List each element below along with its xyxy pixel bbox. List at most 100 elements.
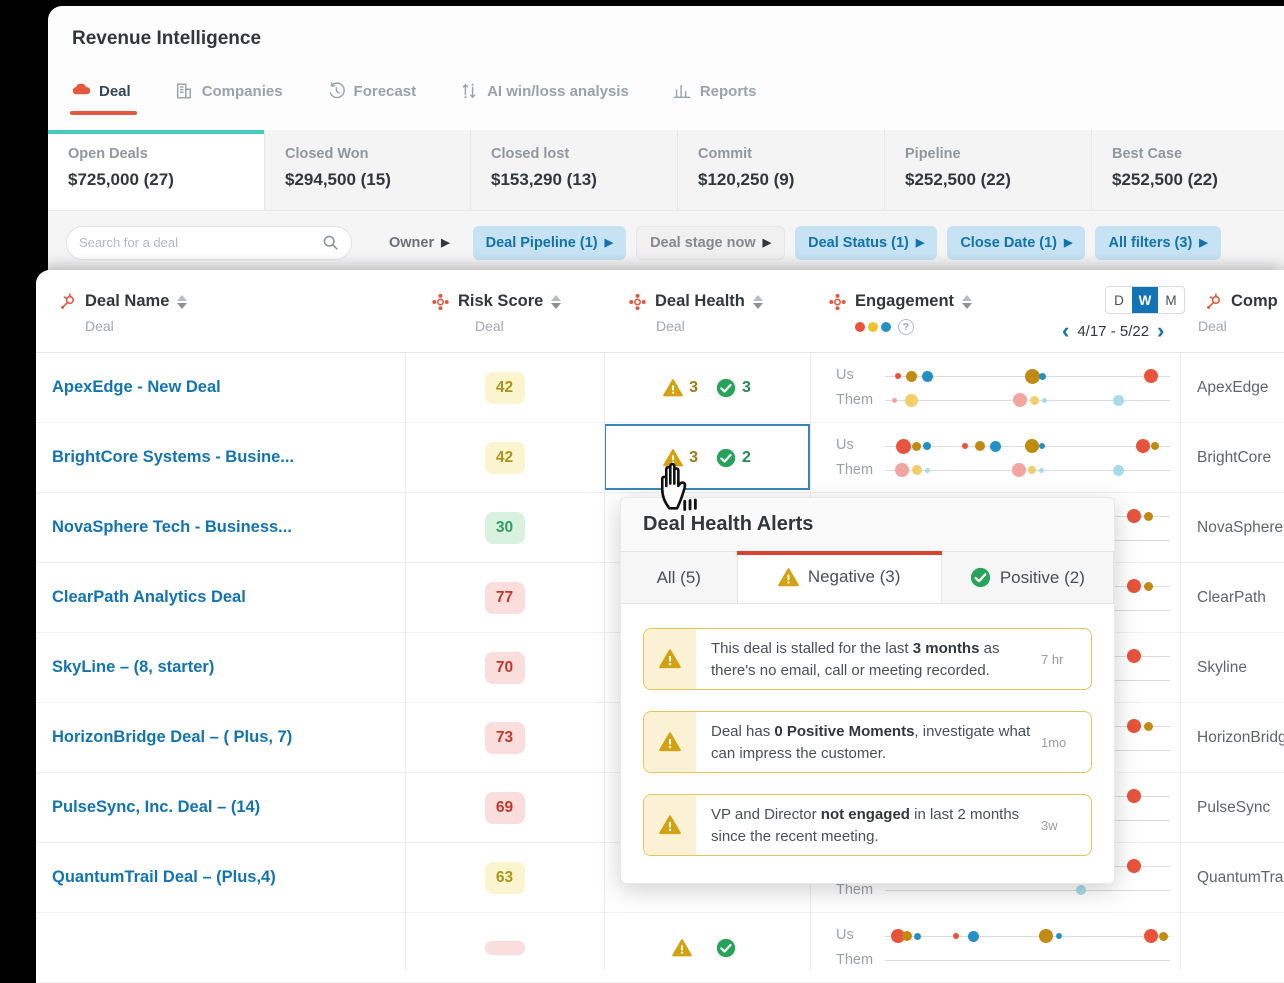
nav-tab-companies[interactable]: Companies: [175, 82, 283, 101]
negative-alerts-count[interactable]: 3: [663, 378, 698, 398]
warning-icon: [644, 795, 696, 855]
caret-right-icon: ▶: [441, 236, 449, 249]
filter-owner[interactable]: Owner▶: [376, 226, 463, 260]
sort-deal-health[interactable]: [753, 295, 763, 309]
summary-card-value: $153,290 (13): [491, 170, 677, 190]
nav-tab-label: AI win/loss analysis: [487, 83, 629, 100]
active-tab-indicator: [737, 551, 942, 555]
filter-deal-status-1-[interactable]: Deal Status (1)▶: [795, 226, 937, 260]
period-toggle[interactable]: DWM: [1105, 286, 1185, 314]
filter-deal-pipeline-1-[interactable]: Deal Pipeline (1) ▶: [473, 226, 626, 260]
deal-health-cell[interactable]: 3 3: [604, 353, 810, 422]
filter-label: Deal stage now: [650, 235, 756, 251]
alert-text: This deal is stalled for the last 3 mont…: [696, 629, 1041, 689]
engagement-dot: [1042, 398, 1047, 403]
engagement-dot: [1030, 396, 1039, 405]
nav-tab-forecast[interactable]: Forecast: [327, 82, 417, 101]
summary-card-closed-lost[interactable]: Closed lost $153,290 (13): [471, 130, 678, 210]
engagement-dot: [975, 441, 985, 451]
summary-card-best-case[interactable]: Best Case $252,500 (22): [1092, 130, 1284, 210]
main-nav: Deal Companies Forecast AI win/loss anal…: [72, 82, 757, 101]
nav-tab-deal[interactable]: Deal: [72, 82, 131, 101]
table-row: ApexEdge - New Deal42 3 3 Us Them ApexEd…: [36, 353, 1284, 423]
alert-card[interactable]: Deal has 0 Positive Moments, investigate…: [643, 711, 1092, 773]
sort-risk-score[interactable]: [551, 295, 561, 309]
deal-name-link[interactable]: NovaSphere Tech - Business...: [52, 493, 292, 562]
engagement-dot: [1039, 373, 1046, 380]
period-option-m[interactable]: M: [1158, 287, 1184, 313]
alert-card[interactable]: This deal is stalled for the last 3 mont…: [643, 628, 1092, 690]
summary-card-value: $294,500 (15): [285, 170, 470, 190]
app-window: Revenue Intelligence Deal Companies Fore…: [48, 6, 1284, 274]
engagement-dot: [968, 931, 979, 942]
filter-bar: Owner▶Deal Pipeline (1)▶Deal stage now▶D…: [48, 210, 1284, 274]
summary-card-value: $725,000 (27): [68, 170, 264, 190]
chevron-left-icon[interactable]: ‹: [1062, 320, 1069, 342]
alert-age: 3w: [1041, 795, 1091, 855]
hubspot-sprocket-icon: [58, 292, 77, 311]
deal-name-link[interactable]: HorizonBridge Deal – ( Plus, 7): [52, 703, 292, 772]
chevron-right-icon[interactable]: ›: [1157, 320, 1164, 342]
nav-tab-label: Forecast: [354, 83, 417, 100]
column-divider: [1180, 270, 1181, 970]
summary-card-closed-won[interactable]: Closed Won $294,500 (15): [265, 130, 471, 210]
breeze-ai-icon: [431, 292, 450, 311]
help-icon[interactable]: ?: [898, 319, 914, 335]
summary-cards: Open Deals $725,000 (27)Closed Won $294,…: [48, 130, 1284, 210]
search-input[interactable]: [79, 235, 322, 250]
popup-title: Deal Health Alerts: [643, 513, 813, 536]
caret-right-icon: ▶: [763, 236, 771, 249]
positive-alerts-count[interactable]: [716, 938, 742, 958]
engagement-dot: [902, 931, 912, 941]
search-box[interactable]: [66, 226, 352, 260]
active-card-indicator: [48, 130, 264, 134]
caret-right-icon: ▶: [605, 236, 613, 249]
engagement-dot: [1025, 369, 1040, 384]
filter-all-filters-3-[interactable]: All filters (3)▶: [1095, 226, 1220, 260]
negative-alerts-count[interactable]: [672, 938, 698, 958]
engagement-dot: [990, 441, 1001, 452]
summary-card-open-deals[interactable]: Open Deals $725,000 (27): [48, 130, 265, 210]
deal-name-link[interactable]: ApexEdge - New Deal: [52, 353, 221, 422]
column-title-risk-score: Risk Score: [458, 292, 543, 311]
alert-card[interactable]: VP and Director not engaged in last 2 mo…: [643, 794, 1092, 856]
deal-name-link[interactable]: ClearPath Analytics Deal: [52, 563, 246, 632]
filter-label: Deal Pipeline (1): [486, 235, 598, 251]
filter-close-date-1-[interactable]: Close Date (1)▶: [947, 226, 1085, 260]
caret-right-icon: ▶: [916, 236, 924, 249]
deal-name-link[interactable]: BrightCore Systems - Busine...: [52, 423, 294, 492]
engagement-dot: [906, 371, 917, 382]
engagement-cell: Us Them: [810, 913, 1180, 982]
deal-health-alerts-popup: Deal Health Alerts All (5) Negative (3) Po…: [620, 497, 1115, 884]
engagement-them-label: Them: [836, 882, 873, 898]
summary-card-pipeline[interactable]: Pipeline $252,500 (22): [885, 130, 1092, 210]
sort-deal-name[interactable]: [177, 295, 187, 309]
popup-tab-label: Negative (3): [808, 567, 901, 587]
deal-name-link[interactable]: PulseSync, Inc. Deal – (14): [52, 773, 260, 842]
column-subtitle: Deal: [475, 318, 601, 334]
popup-tab-positive-2-[interactable]: Positive (2): [942, 552, 1114, 603]
period-option-w[interactable]: W: [1132, 287, 1158, 313]
nav-tab-ai-win-loss-analysis[interactable]: AI win/loss analysis: [460, 82, 629, 101]
deal-name-link[interactable]: SkyLine – (8, starter): [52, 633, 214, 702]
engagement-dot: [895, 373, 901, 379]
alert-text: Deal has 0 Positive Moments, investigate…: [696, 712, 1041, 772]
nav-tab-reports[interactable]: Reports: [673, 82, 757, 101]
engagement-dot: [1039, 929, 1053, 943]
nav-tab-label: Deal: [99, 83, 131, 100]
engagement-timeline: [885, 936, 1170, 937]
engagement-dot: [1144, 369, 1158, 383]
period-option-d[interactable]: D: [1106, 287, 1132, 313]
sort-engagement[interactable]: [962, 295, 972, 309]
positive-alerts-count[interactable]: 3: [716, 378, 751, 398]
popup-tab-all-5-[interactable]: All (5): [621, 552, 738, 603]
filter-deal-stage-now[interactable]: Deal stage now ▶: [636, 226, 785, 260]
deal-health-cell[interactable]: [604, 913, 810, 982]
engagement-dot: [1144, 722, 1153, 731]
deal-name-link[interactable]: QuantumTrail Deal – (Plus,4): [52, 843, 276, 912]
summary-card-commit[interactable]: Commit $120,250 (9): [678, 130, 885, 210]
risk-score-badge: [485, 941, 525, 955]
engagement-dot: [1127, 859, 1141, 873]
popup-tab-negative-3-[interactable]: Negative (3): [738, 552, 942, 603]
forecast-icon: [327, 82, 346, 101]
